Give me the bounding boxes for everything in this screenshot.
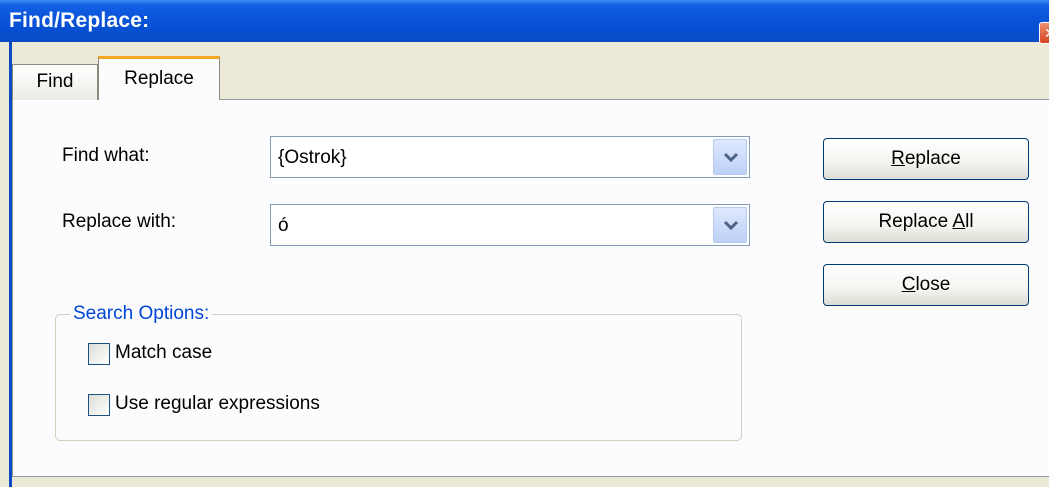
replace-button-accesskey: R <box>891 148 905 169</box>
replace-with-value: ó <box>278 215 289 236</box>
replace-all-button-label-pre: Replace <box>878 211 953 232</box>
replace-with-combo[interactable]: ó <box>270 204 750 246</box>
tab-find[interactable]: Find <box>12 64 98 100</box>
replace-all-button-label-post: ll <box>965 211 974 232</box>
replace-button[interactable]: Replace <box>823 138 1029 180</box>
close-icon[interactable]: ✕ <box>1039 22 1049 44</box>
find-dropdown-button[interactable] <box>713 139 747 175</box>
use-regex-label[interactable]: Use regular expressions <box>115 393 320 415</box>
tab-replace[interactable]: Replace <box>98 56 220 100</box>
use-regex-checkbox[interactable] <box>88 394 110 416</box>
search-options-group <box>55 314 742 441</box>
close-button-label-post: lose <box>915 274 951 295</box>
replace-all-button[interactable]: Replace All <box>823 201 1029 243</box>
find-what-label: Find what: <box>62 145 150 166</box>
search-options-title: Search Options: <box>70 303 213 325</box>
window-title: Find/Replace: <box>9 9 150 32</box>
chevron-down-icon <box>723 220 739 231</box>
title-bar[interactable]: Find/Replace: ✕ <box>0 0 1049 44</box>
replace-dropdown-button[interactable] <box>713 207 747 243</box>
find-what-combo[interactable]: {Ostrok} <box>270 136 750 178</box>
replace-all-button-accesskey: A <box>952 211 966 232</box>
close-button[interactable]: Close <box>823 264 1029 306</box>
chevron-down-icon <box>723 152 739 163</box>
match-case-checkbox[interactable] <box>88 343 110 365</box>
find-what-value: {Ostrok} <box>278 147 347 168</box>
close-button-accesskey: C <box>901 274 916 295</box>
replace-with-label: Replace with: <box>62 211 177 232</box>
replace-button-label-post: eplace <box>904 148 961 169</box>
match-case-label[interactable]: Match case <box>115 342 212 364</box>
find-replace-dialog: Find/Replace: ✕ Find Replace Find what: … <box>0 0 1049 487</box>
